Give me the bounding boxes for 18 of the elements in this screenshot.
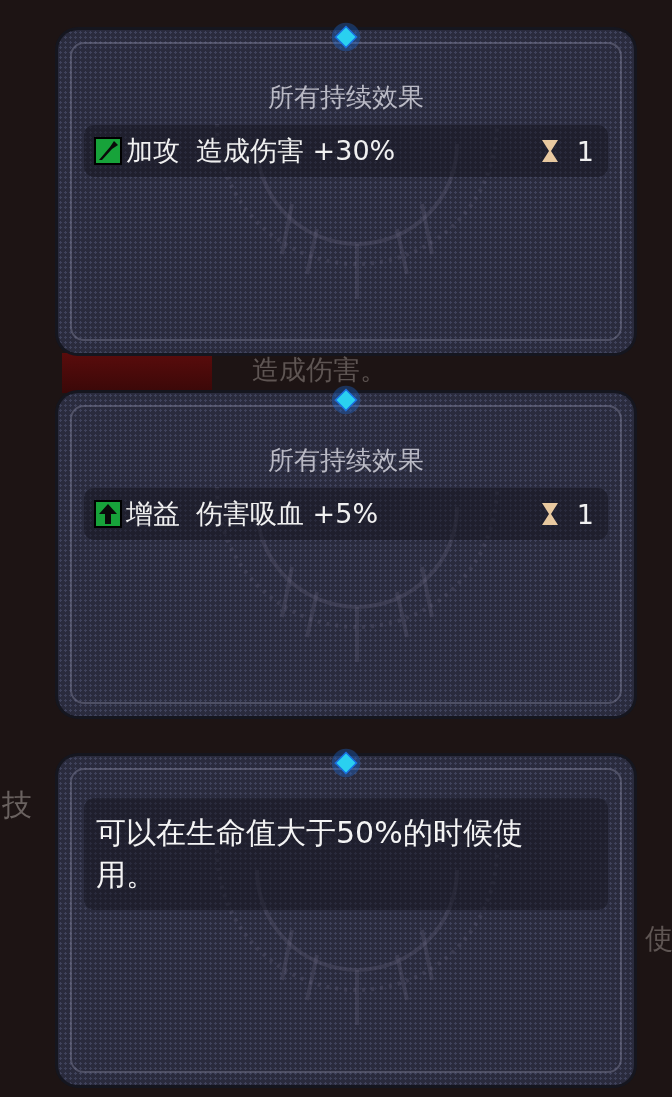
sword-icon — [94, 137, 122, 165]
background-text: 技 — [2, 786, 32, 824]
diamond-icon — [331, 22, 361, 52]
effect-description: 造成伤害 +30% — [196, 134, 396, 168]
turn-count: 1 — [576, 498, 594, 530]
hourglass-icon — [540, 139, 559, 163]
diamond-icon — [331, 748, 361, 778]
diamond-icon — [331, 385, 361, 415]
hourglass-icon — [540, 502, 559, 526]
effect-description: 伤害吸血 +5% — [196, 497, 379, 531]
description-text: 可以在生命值大于50%的时候使用。 — [96, 814, 524, 894]
panel-title: 所有持续效果 — [268, 81, 424, 114]
background-text: 使 — [645, 921, 672, 957]
panel-title: 所有持续效果 — [268, 444, 424, 477]
effect-name: 增益 — [126, 497, 180, 531]
effect-name: 加攻 — [126, 134, 180, 168]
background-caption: 造成伤害。 — [252, 355, 387, 385]
turn-count: 1 — [576, 135, 594, 167]
